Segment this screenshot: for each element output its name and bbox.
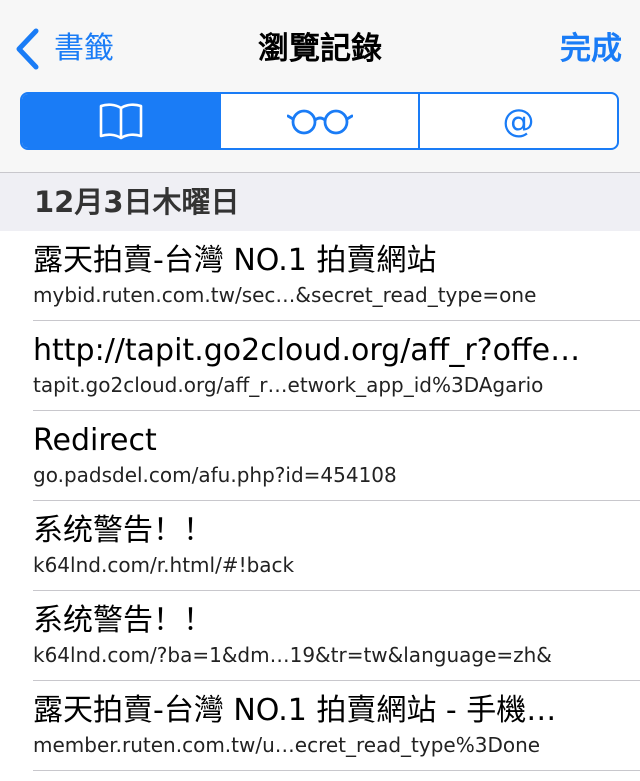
done-button[interactable]: 完成 xyxy=(560,26,622,72)
at-sign-icon: @ xyxy=(502,102,535,140)
tab-reading-list[interactable] xyxy=(219,94,418,148)
history-item[interactable]: 系统警告！！ k64lnd.com/r.html/#!back xyxy=(0,501,640,591)
history-item-title: 露天拍賣-台灣 NO.1 拍賣網站 - 手機… xyxy=(33,693,557,728)
history-item[interactable]: 系统警告！！ k64lnd.com/?ba=1&dm…19&tr=tw&lang… xyxy=(0,591,640,681)
tab-bookmarks[interactable] xyxy=(22,94,219,148)
history-list: 露天拍賣-台灣 NO.1 拍賣網站 mybid.ruten.com.tw/sec… xyxy=(0,231,640,771)
history-item[interactable]: http://tapit.go2cloud.org/aff_r?offe… ta… xyxy=(0,321,640,411)
section-header-date: 12月3日木曜日 xyxy=(0,173,640,231)
history-item[interactable]: 露天拍賣-台灣 NO.1 拍賣網站 - 手機… member.ruten.com… xyxy=(0,681,640,771)
history-item-title: http://tapit.go2cloud.org/aff_r?offe… xyxy=(33,333,581,368)
history-item[interactable]: 露天拍賣-台灣 NO.1 拍賣網站 mybid.ruten.com.tw/sec… xyxy=(0,231,640,321)
page-title: 瀏覽記錄 xyxy=(258,31,382,67)
history-item-title: 系统警告！！ xyxy=(33,603,213,638)
history-item-title: Redirect xyxy=(33,423,157,458)
history-item-url: member.ruten.com.tw/u…ecret_read_type%3D… xyxy=(33,733,541,757)
navigation-bar: 書籤 瀏覽記錄 完成 @ xyxy=(0,0,640,173)
history-item-url: k64lnd.com/?ba=1&dm…19&tr=tw&language=zh… xyxy=(33,643,552,667)
history-item[interactable]: Redirect go.padsdel.com/afu.php?id=45410… xyxy=(0,411,640,501)
book-icon xyxy=(99,103,142,140)
reading-glasses-icon xyxy=(286,109,353,135)
history-item-title: 系统警告！！ xyxy=(33,513,213,548)
history-item-url: mybid.ruten.com.tw/sec…&secret_read_type… xyxy=(33,283,537,307)
segmented-control: @ xyxy=(20,92,619,150)
tab-shared-links[interactable]: @ xyxy=(418,94,617,148)
history-item-url: k64lnd.com/r.html/#!back xyxy=(33,553,295,577)
history-item-url: tapit.go2cloud.org/aff_r…etwork_app_id%3… xyxy=(33,373,544,397)
history-item-url: go.padsdel.com/afu.php?id=454108 xyxy=(33,463,397,487)
history-item-title: 露天拍賣-台灣 NO.1 拍賣網站 xyxy=(33,243,437,278)
